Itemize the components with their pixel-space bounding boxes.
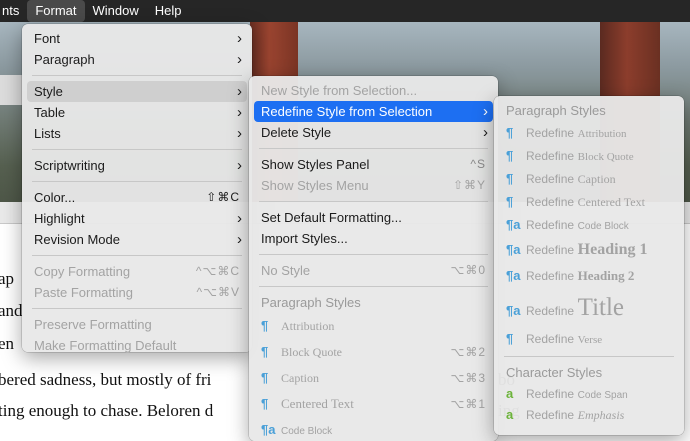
separator: [504, 356, 674, 357]
pilcrow-code-icon: ¶a: [261, 422, 276, 437]
doc-line: and: [0, 301, 23, 320]
redefine-item-verse[interactable]: ¶ Redefine Verse: [494, 327, 684, 351]
chevron-right-icon: ›: [237, 210, 242, 227]
separator: [32, 181, 242, 182]
menu-item-show-styles-panel[interactable]: Show Styles Panel ^S: [249, 154, 498, 175]
redefine-item-emphasis[interactable]: a Redefine Emphasis: [494, 404, 684, 425]
separator: [259, 286, 488, 287]
menu-item-new-style[interactable]: New Style from Selection...: [249, 80, 498, 101]
pilcrow-icon: ¶: [261, 370, 269, 385]
menu-item-style[interactable]: Style ›: [27, 81, 247, 102]
redefine-item-caption[interactable]: ¶ Redefine Caption: [494, 167, 684, 190]
menubar-documents[interactable]: nts: [0, 0, 27, 22]
style-item-caption[interactable]: ¶ Caption ⌥⌘3: [249, 365, 498, 391]
menubar-help[interactable]: Help: [147, 0, 190, 22]
doc-line: bered sadness, but mostly of fri: [0, 370, 212, 389]
menu-item-no-style[interactable]: No Style ⌥⌘0: [249, 260, 498, 281]
shortcut-label: ⌥⌘1: [450, 397, 486, 411]
shortcut-label: ⇧⌘Y: [452, 178, 486, 192]
separator: [259, 148, 488, 149]
redefine-item-code-span[interactable]: a Redefine Code Span: [494, 383, 684, 404]
menu-item-revision-mode[interactable]: Revision Mode ›: [22, 229, 252, 250]
pilcrow-icon: ¶: [506, 194, 514, 209]
pilcrow-code-icon: ¶a: [506, 217, 521, 232]
menubar-window[interactable]: Window: [85, 0, 147, 22]
redefine-item-heading-2[interactable]: ¶a Redefine Heading 2: [494, 263, 684, 289]
separator: [32, 255, 242, 256]
redefine-item-heading-1[interactable]: ¶a Redefine Heading 1: [494, 236, 684, 263]
separator: [32, 149, 242, 150]
section-header: Paragraph Styles: [261, 295, 361, 310]
menu-item-table[interactable]: Table ›: [22, 102, 252, 123]
pilcrow-icon: ¶: [261, 344, 269, 359]
menu-item-scriptwriting[interactable]: Scriptwriting ›: [22, 155, 252, 176]
separator: [259, 254, 488, 255]
separator: [32, 75, 242, 76]
redefine-item-code-block[interactable]: ¶a Redefine Code Block: [494, 213, 684, 236]
pilcrow-icon: ¶: [506, 148, 514, 163]
menu-item-copy-formatting[interactable]: Copy Formatting ^⌥⌘C: [22, 261, 252, 282]
separator: [32, 308, 242, 309]
menu-item-redefine-style[interactable]: Redefine Style from Selection ›: [254, 101, 493, 122]
shortcut-label: ^⌥⌘V: [196, 285, 240, 299]
chevron-right-icon: ›: [483, 124, 488, 141]
section-header: Paragraph Styles: [506, 103, 606, 118]
menu-item-set-default-formatting[interactable]: Set Default Formatting...: [249, 207, 498, 228]
menu-bar: nts Format Window Help: [0, 0, 690, 22]
chevron-right-icon: ›: [237, 51, 242, 68]
menu-item-make-formatting-default[interactable]: Make Formatting Default: [22, 335, 252, 356]
chevron-right-icon: ›: [237, 30, 242, 47]
redefine-item-title[interactable]: ¶a Redefine Title: [494, 289, 684, 327]
pilcrow-icon: ¶: [506, 171, 514, 186]
menu-item-color[interactable]: Color... ⇧⌘C: [22, 187, 252, 208]
separator: [259, 201, 488, 202]
character-style-icon: a: [506, 407, 514, 422]
section-header: Character Styles: [506, 365, 603, 380]
pilcrow-icon: ¶: [506, 331, 514, 346]
menu-item-paste-formatting[interactable]: Paste Formatting ^⌥⌘V: [22, 282, 252, 303]
pilcrow-icon: ¶: [261, 318, 269, 333]
chevron-right-icon: ›: [237, 231, 242, 248]
menu-item-font[interactable]: Font ›: [22, 28, 252, 49]
style-item-attribution[interactable]: ¶ Attribution: [249, 313, 498, 339]
redefine-item-block-quote[interactable]: ¶ Redefine Block Quote: [494, 144, 684, 167]
chevron-right-icon: ›: [237, 125, 242, 142]
doc-line: ap: [0, 269, 15, 288]
shortcut-label: ^⌥⌘C: [195, 264, 240, 278]
pilcrow-icon: ¶: [261, 396, 269, 411]
menu-item-show-styles-menu[interactable]: Show Styles Menu ⇧⌘Y: [249, 175, 498, 196]
style-submenu: New Style from Selection... Redefine Sty…: [249, 76, 498, 441]
shortcut-label: ^S: [470, 157, 486, 171]
shortcut-label: ⌥⌘2: [450, 345, 486, 359]
style-item-block-quote[interactable]: ¶ Block Quote ⌥⌘2: [249, 339, 498, 365]
chevron-right-icon: ›: [483, 103, 488, 120]
pilcrow-heading-icon: ¶a: [506, 242, 521, 257]
toolbar-fragment: [0, 75, 22, 105]
chevron-right-icon: ›: [237, 83, 242, 100]
menu-item-highlight[interactable]: Highlight ›: [22, 208, 252, 229]
redefine-item-centered-text[interactable]: ¶ Redefine Centered Text: [494, 190, 684, 213]
shortcut-label: ⇧⌘C: [206, 190, 240, 204]
menu-item-preserve-formatting[interactable]: Preserve Formatting: [22, 314, 252, 335]
pilcrow-icon: ¶: [506, 125, 514, 140]
style-item-code-block[interactable]: ¶a Code Block: [249, 417, 498, 441]
character-style-icon: a: [506, 386, 514, 401]
redefine-item-attribution[interactable]: ¶ Redefine Attribution: [494, 121, 684, 144]
doc-line: ting enough to chase. Beloren d: [0, 401, 214, 420]
menu-item-lists[interactable]: Lists ›: [22, 123, 252, 144]
redefine-submenu: Paragraph Styles ¶ Redefine Attribution ¶…: [494, 96, 684, 435]
pilcrow-heading-icon: ¶a: [506, 268, 521, 283]
chevron-right-icon: ›: [237, 104, 242, 121]
menu-item-import-styles[interactable]: Import Styles...: [249, 228, 498, 249]
menu-item-paragraph[interactable]: Paragraph ›: [22, 49, 252, 70]
pilcrow-heading-icon: ¶a: [506, 303, 521, 318]
shortcut-label: ⌥⌘0: [450, 263, 486, 277]
doc-line: en: [0, 334, 15, 353]
menu-item-delete-style[interactable]: Delete Style ›: [249, 122, 498, 143]
chevron-right-icon: ›: [237, 157, 242, 174]
shortcut-label: ⌥⌘3: [450, 371, 486, 385]
style-item-centered-text[interactable]: ¶ Centered Text ⌥⌘1: [249, 391, 498, 417]
menubar-format[interactable]: Format: [27, 0, 85, 22]
format-menu: Font › Paragraph › Style › Table › Lists › Sc…: [22, 24, 252, 353]
